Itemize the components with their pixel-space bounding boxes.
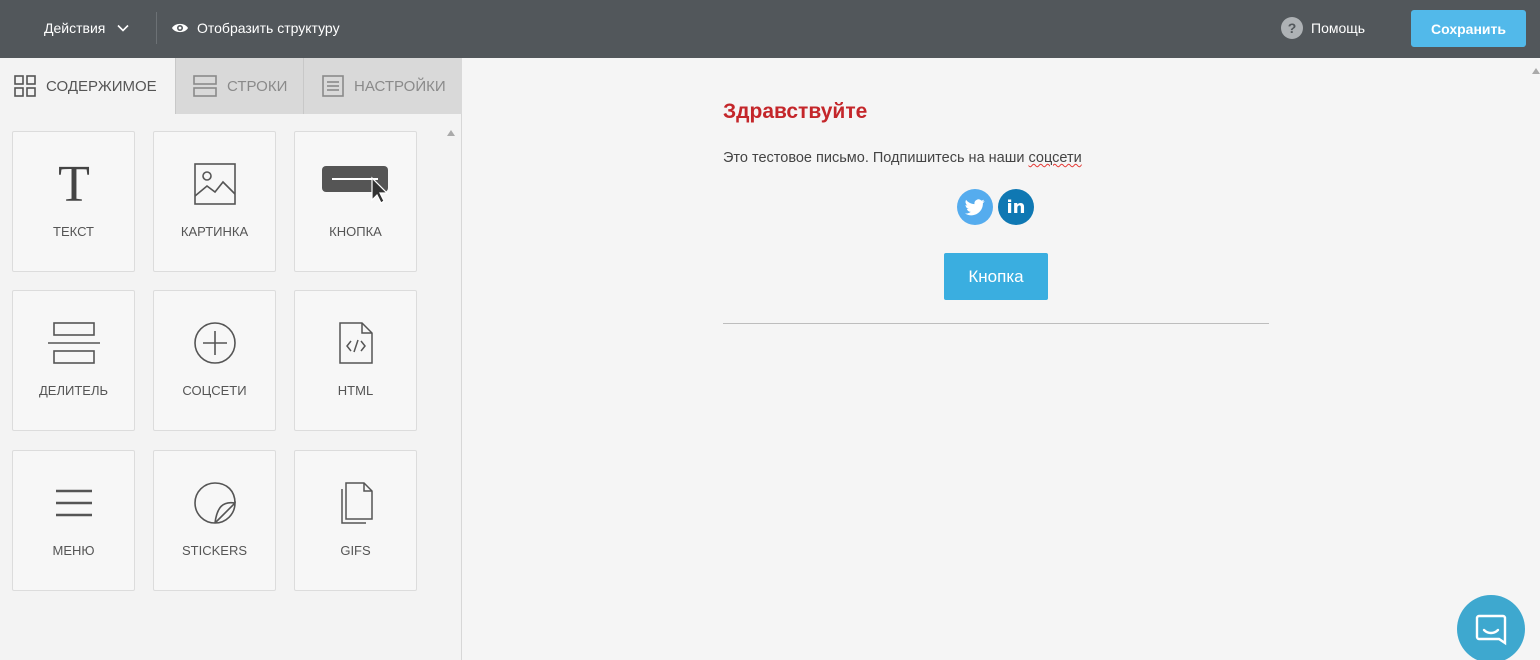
settings-list-icon	[322, 75, 344, 97]
help-icon: ?	[1281, 17, 1303, 39]
linkedin-icon: in	[1006, 196, 1026, 218]
block-image[interactable]: КАРТИНКА	[153, 131, 276, 272]
plus-circle-icon	[193, 322, 236, 364]
divider-icon	[47, 322, 100, 364]
help-link[interactable]: ? Помощь	[1281, 0, 1365, 56]
tab-settings-label: НАСТРОЙКИ	[354, 77, 446, 95]
block-gifs-label: GIFS	[340, 543, 371, 558]
block-stickers-label: STICKERS	[181, 543, 247, 558]
support-chat-button[interactable]	[1457, 595, 1525, 660]
rows-icon	[193, 75, 217, 97]
blocks-panel: СОДЕРЖИМОЕ СТРОКИ НАСТРОЙКИ T ТЕКСТ КАРТ…	[0, 58, 462, 660]
text-icon: T	[58, 161, 90, 207]
sticker-icon	[193, 482, 236, 524]
tab-content-label: СОДЕРЖИМОЕ	[46, 77, 157, 95]
show-structure-label: Отобразить структуру	[197, 20, 340, 36]
menu-icon	[55, 489, 92, 517]
block-menu-label: МЕНЮ	[52, 543, 95, 558]
help-label: Помощь	[1311, 20, 1366, 36]
chat-icon	[1475, 614, 1507, 646]
email-canvas[interactable]: Здравствуйте Это тестовое письмо. Подпиш…	[463, 58, 1540, 660]
grid-icon	[14, 75, 36, 97]
twitter-button[interactable]	[957, 189, 993, 225]
block-stickers[interactable]: STICKERS	[153, 450, 276, 591]
actions-label: Действия	[44, 20, 106, 36]
tab-rows[interactable]: СТРОКИ	[175, 58, 303, 114]
email-body-spellcheck-word: соцсети	[1028, 150, 1082, 166]
email-greeting[interactable]: Здравствуйте	[723, 100, 867, 124]
block-html[interactable]: HTML	[294, 290, 417, 431]
tab-rows-label: СТРОКИ	[227, 77, 288, 95]
tab-content[interactable]: СОДЕРЖИМОЕ	[0, 58, 175, 114]
save-button[interactable]: Сохранить	[1411, 10, 1526, 47]
gif-file-icon	[340, 482, 373, 524]
block-gifs[interactable]: GIFS	[294, 450, 417, 591]
block-divider[interactable]: ДЕЛИТЕЛЬ	[12, 290, 135, 431]
panel-tabs: СОДЕРЖИМОЕ СТРОКИ НАСТРОЙКИ	[0, 58, 462, 114]
chevron-down-icon	[117, 24, 129, 32]
block-divider-label: ДЕЛИТЕЛЬ	[38, 383, 109, 398]
tab-settings[interactable]: НАСТРОЙКИ	[303, 58, 462, 114]
block-html-label: HTML	[337, 383, 374, 398]
html-file-icon	[338, 322, 373, 364]
block-text-label: ТЕКСТ	[53, 224, 94, 239]
linkedin-button[interactable]: in	[998, 189, 1034, 225]
email-body-text[interactable]: Это тестовое письмо. Подпишитесь на наши…	[723, 150, 1082, 166]
block-social[interactable]: СОЦСЕТИ	[153, 290, 276, 431]
block-text[interactable]: T ТЕКСТ	[12, 131, 135, 272]
email-cta-button[interactable]: Кнопка	[944, 253, 1048, 300]
email-body-text-main: Это тестовое письмо. Подпишитесь на наши	[723, 150, 1029, 166]
block-social-label: СОЦСЕТИ	[182, 383, 247, 398]
image-icon	[193, 163, 236, 205]
svg-text:T: T	[58, 161, 90, 207]
block-image-label: КАРТИНКА	[180, 224, 249, 239]
twitter-bird-icon	[965, 198, 985, 215]
button-icon	[321, 166, 388, 204]
block-menu[interactable]: МЕНЮ	[12, 450, 135, 591]
toolbar-separator	[156, 12, 157, 44]
canvas-scroll-up-arrow[interactable]	[1532, 68, 1540, 74]
top-toolbar: Действия Отобразить структуру ? Помощь С…	[0, 0, 1540, 58]
panel-scroll-up-arrow[interactable]	[447, 130, 455, 136]
show-structure-toggle[interactable]: Отобразить структуру	[171, 0, 340, 56]
block-button[interactable]: КНОПКА	[294, 131, 417, 272]
block-button-label: КНОПКА	[329, 224, 382, 239]
actions-dropdown[interactable]: Действия	[44, 0, 129, 56]
eye-icon	[172, 23, 188, 33]
email-divider-line	[723, 323, 1269, 324]
